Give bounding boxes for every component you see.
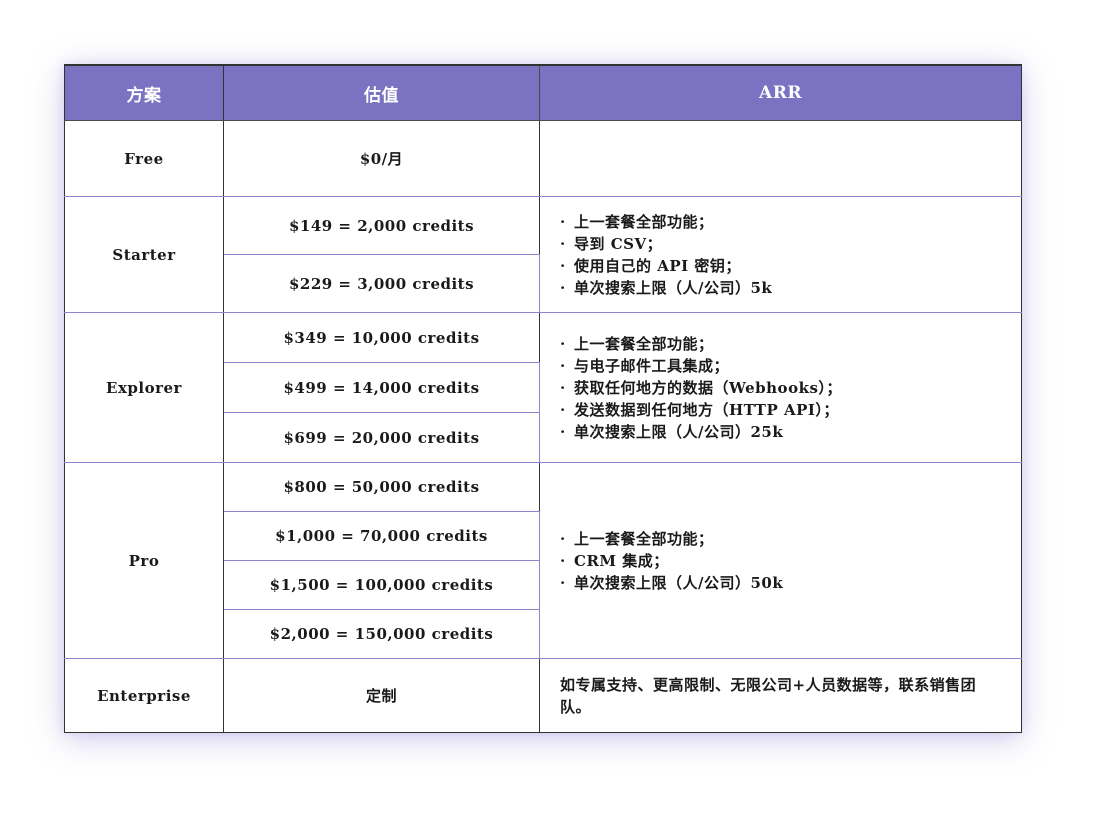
feature-item: · 使用自己的 API 密钥； bbox=[560, 256, 741, 275]
table-row: Starter $149 = 2,000 credits · 上一套餐全部功能； … bbox=[64, 196, 1022, 313]
feature-item: · 上一套餐全部功能； bbox=[560, 212, 714, 231]
plan-enterprise: Enterprise bbox=[64, 658, 224, 733]
price-explorer-2: $499 = 14,000 credits bbox=[223, 362, 540, 413]
price-explorer-3: $699 = 20,000 credits bbox=[223, 412, 540, 463]
features-pro: · 上一套餐全部功能； · CRM 集成； · 单次搜索上限（人/公司）50k bbox=[539, 462, 1022, 659]
header-valuation: 估值 bbox=[223, 64, 540, 121]
plan-starter: Starter bbox=[64, 196, 224, 313]
plan-explorer: Explorer bbox=[64, 312, 224, 463]
feature-item: · 与电子邮件工具集成； bbox=[560, 356, 730, 375]
feature-item: · 上一套餐全部功能； bbox=[560, 529, 714, 548]
table-row: Pro $800 = 50,000 credits · 上一套餐全部功能； · CR… bbox=[64, 462, 1022, 659]
price-enterprise: 定制 bbox=[223, 658, 540, 733]
feature-item: · 单次搜索上限（人/公司）25k bbox=[560, 422, 784, 441]
plan-pro: Pro bbox=[64, 462, 224, 659]
header-arr: ARR bbox=[539, 64, 1022, 121]
enterprise-note: 如专属支持、更高限制、无限公司+人员数据等，联系销售团队。 bbox=[560, 675, 977, 716]
canvas: 方案 估值 ARR Free $0/月 Starter $149 = 2,000… bbox=[0, 0, 1105, 822]
table-row: Explorer $349 = 10,000 credits · 上一套餐全部功能… bbox=[64, 312, 1022, 463]
feature-item: · 发送数据到任何地方（HTTP API）； bbox=[560, 400, 839, 419]
feature-item: · 单次搜索上限（人/公司）50k bbox=[560, 573, 784, 592]
features-enterprise: 如专属支持、更高限制、无限公司+人员数据等，联系销售团队。 bbox=[539, 658, 1022, 733]
feature-item: · 导到 CSV； bbox=[560, 234, 663, 253]
price-pro-2: $1,000 = 70,000 credits bbox=[223, 511, 540, 561]
table-row: Free $0/月 bbox=[64, 120, 1022, 197]
price-pro-1: $800 = 50,000 credits bbox=[223, 462, 540, 512]
price-free: $0/月 bbox=[223, 120, 540, 197]
pricing-table-card: 方案 估值 ARR Free $0/月 Starter $149 = 2,000… bbox=[64, 64, 1022, 733]
feature-item: · 上一套餐全部功能； bbox=[560, 334, 714, 353]
price-starter-1: $149 = 2,000 credits bbox=[223, 196, 540, 255]
feature-item: · CRM 集成； bbox=[560, 551, 669, 570]
features-starter: · 上一套餐全部功能； · 导到 CSV； · 使用自己的 API 密钥； · 单次搜索… bbox=[539, 196, 1022, 313]
price-pro-4: $2,000 = 150,000 credits bbox=[223, 609, 540, 659]
price-pro-3: $1,500 = 100,000 credits bbox=[223, 560, 540, 610]
header-row: 方案 估值 ARR bbox=[64, 64, 1022, 121]
table-row: Enterprise 定制 如专属支持、更高限制、无限公司+人员数据等，联系销售… bbox=[64, 658, 1022, 733]
pricing-table: 方案 估值 ARR Free $0/月 Starter $149 = 2,000… bbox=[64, 64, 1022, 733]
price-explorer-1: $349 = 10,000 credits bbox=[223, 312, 540, 363]
header-plan: 方案 bbox=[64, 64, 224, 121]
feature-item: · 获取任何地方的数据（Webhooks）； bbox=[560, 378, 842, 397]
features-free bbox=[539, 120, 1022, 197]
features-explorer: · 上一套餐全部功能； · 与电子邮件工具集成； · 获取任何地方的数据（Webhoo… bbox=[539, 312, 1022, 463]
price-starter-2: $229 = 3,000 credits bbox=[223, 254, 540, 313]
feature-item: · 单次搜索上限（人/公司）5k bbox=[560, 278, 773, 297]
plan-free: Free bbox=[64, 120, 224, 197]
